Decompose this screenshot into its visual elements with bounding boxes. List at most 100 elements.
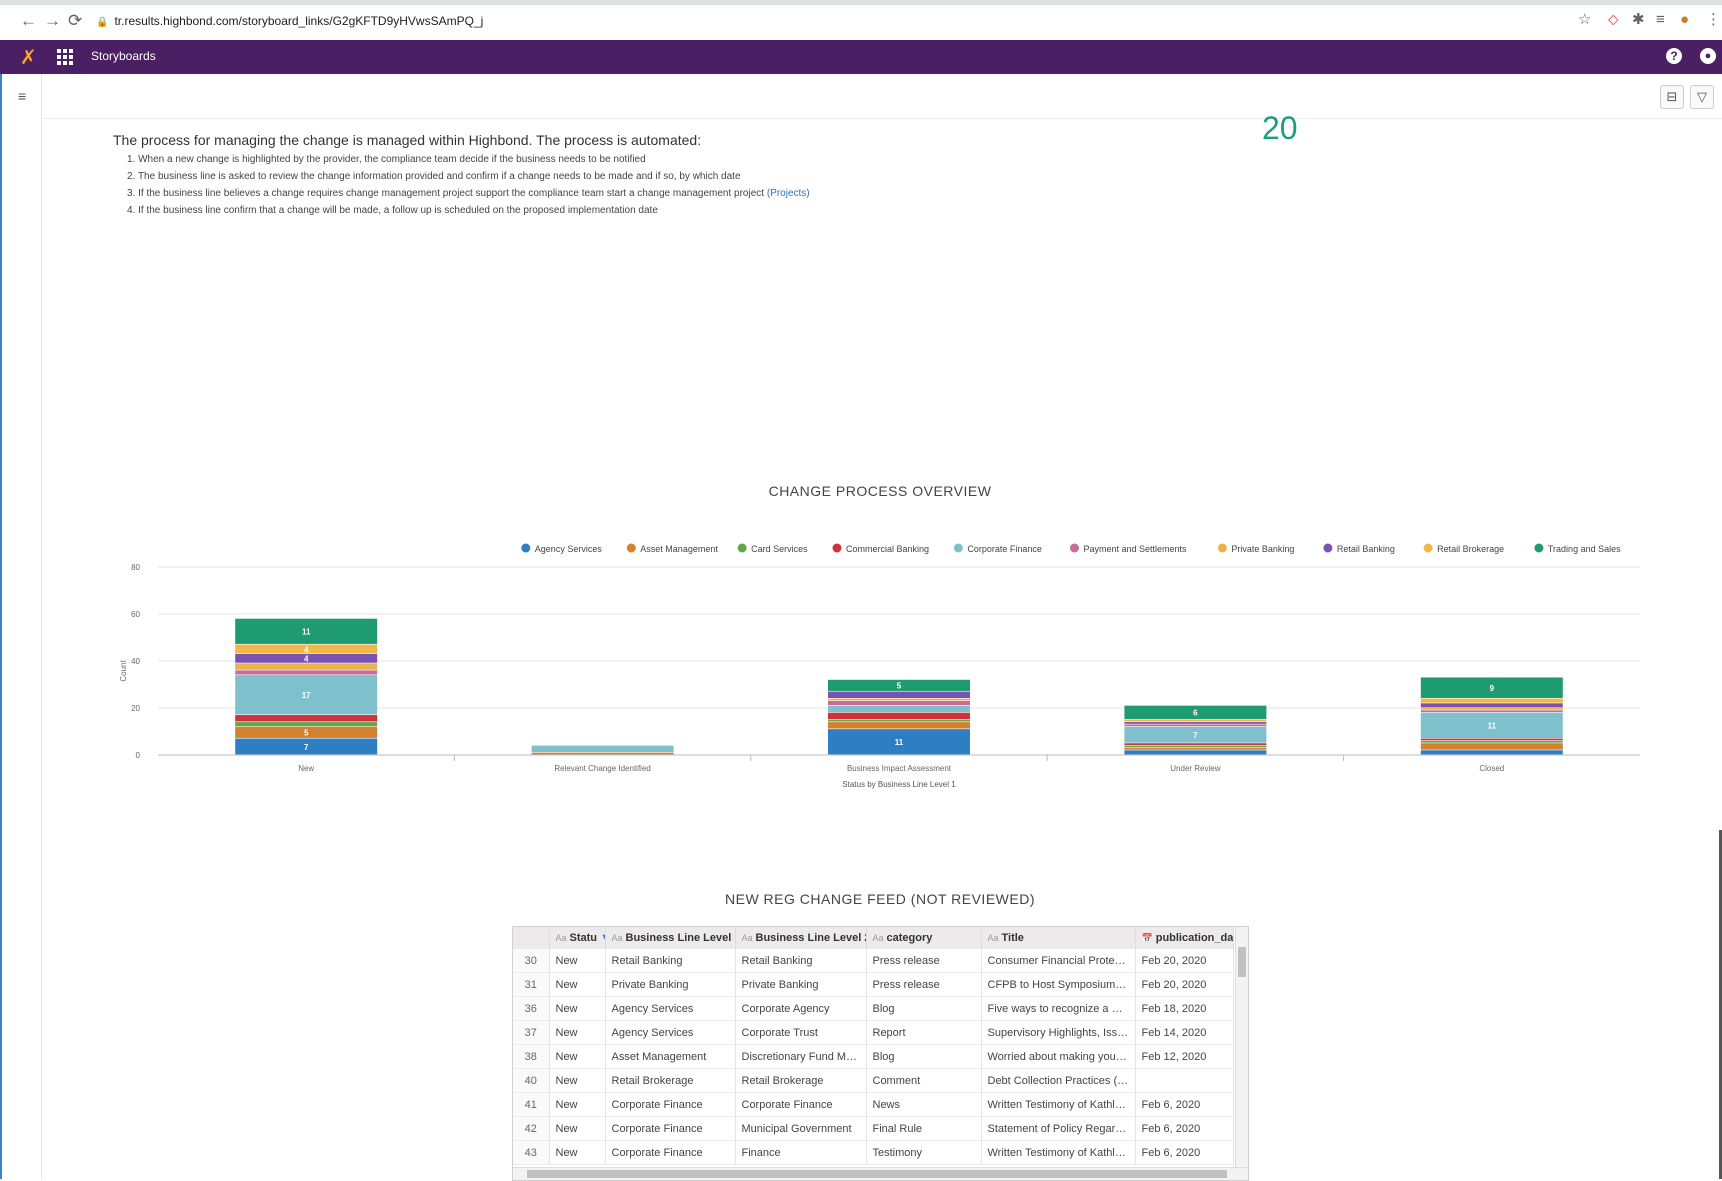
table-row[interactable]: 36 New Agency Services Corporate Agency Blog… [513, 996, 1234, 1021]
step-2: 2. The business line is asked to review … [127, 171, 741, 182]
table-row[interactable]: 43 New Corporate Finance Finance Testimony Wr… [513, 1140, 1234, 1165]
data-label: 9 [1490, 684, 1495, 693]
reload-icon[interactable]: ⟳ [68, 12, 82, 29]
presentation-icon[interactable]: ⊟ [1660, 85, 1684, 109]
x-tick-label: New [298, 764, 314, 773]
legend-swatch [737, 543, 747, 553]
row-index: 31 [513, 972, 550, 997]
table-row[interactable]: 30 New Retail Banking Retail Banking Press r… [513, 949, 1234, 973]
column-header-publication-date[interactable]: 📅publication_date [1135, 927, 1234, 949]
profile-avatar[interactable]: ● [1680, 12, 1689, 28]
media-icon[interactable]: ≡ [1656, 12, 1665, 28]
table-cell: Corporate Trust [735, 1020, 867, 1045]
step-4: 4. If the business line confirm that a c… [127, 205, 658, 216]
help-icon[interactable]: ? [1666, 48, 1682, 64]
bar-segment [1420, 750, 1563, 755]
table-cell: Corporate Finance [605, 1140, 736, 1165]
forward-icon[interactable]: → [44, 12, 61, 29]
legend-label: Retail Banking [1337, 544, 1395, 554]
bar-segment [828, 691, 970, 698]
column-header-business-line-1[interactable]: Aa Business Line Level 1 [605, 927, 736, 949]
column-header-category[interactable]: Aa category [866, 927, 982, 949]
table-cell: Blog [866, 1044, 982, 1069]
x-tick-label: Under Review [1170, 764, 1220, 773]
table-row[interactable]: 37 New Agency Services Corporate Trust Repor… [513, 1020, 1234, 1045]
data-label: 11 [1488, 722, 1497, 731]
bar-segment [1124, 724, 1267, 727]
bar-segment [1124, 750, 1267, 755]
address-bar[interactable]: 🔒 tr.results.highbond.com/storyboard_link… [96, 11, 1576, 31]
table-cell: New [549, 1140, 606, 1165]
table-cell: New [549, 1068, 606, 1093]
y-tick-label: 40 [131, 657, 140, 666]
table-row[interactable]: 40 New Retail Brokerage Retail Brokerage Com… [513, 1068, 1234, 1093]
table-cell: Feb 6, 2020 [1135, 1092, 1234, 1117]
horizontal-scroll-thumb[interactable] [527, 1170, 1227, 1178]
table-row[interactable]: 38 New Asset Management Discretionary Fund … [513, 1044, 1234, 1069]
row-index: 43 [513, 1140, 550, 1165]
table-cell: New [549, 996, 606, 1021]
table-cell: New [549, 1116, 606, 1141]
bar-segment [235, 670, 378, 675]
table-cell: New [549, 949, 606, 973]
puzzle-icon[interactable]: ✱ [1632, 12, 1645, 28]
change-process-chart: Agency Services Asset Management Card Serv… [119, 543, 1640, 789]
filter-icon[interactable]: ▽ [1690, 85, 1714, 109]
table-cell: News [866, 1092, 982, 1117]
legend-swatch [521, 543, 531, 553]
table-row[interactable]: 31 New Private Banking Private Banking Press… [513, 972, 1234, 997]
bar-segment [1420, 703, 1563, 708]
column-header-status[interactable]: AaStatu ▼ [549, 927, 606, 949]
left-sidebar: ≡ [0, 74, 42, 1179]
table-cell: Feb 14, 2020 [1135, 1020, 1234, 1045]
user-icon[interactable]: ● [1700, 48, 1716, 64]
table-cell: Supervisory Highlights, Issue ... [981, 1020, 1136, 1045]
table-vertical-scrollbar[interactable] [1235, 927, 1248, 1168]
table-cell: Blog [866, 996, 982, 1021]
vertical-scroll-thumb[interactable] [1238, 947, 1246, 977]
more-icon[interactable]: ⋮ [1706, 12, 1721, 28]
row-index: 42 [513, 1116, 550, 1141]
bar-segment [1420, 710, 1563, 713]
extension-icon[interactable]: ⬦ [1608, 12, 1619, 28]
app-title[interactable]: Storyboards [91, 49, 156, 63]
column-header-title[interactable]: Aa Title [981, 927, 1136, 949]
apps-grid-icon[interactable] [57, 49, 73, 65]
table-cell: Feb 6, 2020 [1135, 1116, 1234, 1141]
table-horizontal-scrollbar[interactable] [513, 1167, 1248, 1180]
table-cell: New [549, 1092, 606, 1117]
table-cell: Feb 6, 2020 [1135, 1140, 1234, 1165]
column-header-business-line-2[interactable]: Aa Business Line Level 2 [735, 927, 867, 949]
browser-toolbar: ← → ⟳ 🔒 tr.results.highbond.com/storyboar… [0, 0, 1722, 41]
bar-segment [828, 722, 970, 729]
app-header: ✗ Storyboards ? ● [0, 40, 1722, 74]
bar-segment [1420, 740, 1563, 743]
table-cell: Testimony [866, 1140, 982, 1165]
legend-label: Corporate Finance [967, 544, 1042, 554]
table-row[interactable]: 41 New Corporate Finance Corporate Finance N… [513, 1092, 1234, 1117]
table-row[interactable]: 42 New Corporate Finance Municipal Governme… [513, 1116, 1234, 1141]
bar-segment [1420, 738, 1563, 741]
table-cell: Press release [866, 972, 982, 997]
table-cell: Report [866, 1020, 982, 1045]
star-icon[interactable]: ☆ [1578, 12, 1591, 28]
table-cell: New [549, 1020, 606, 1045]
legend-label: Retail Brokerage [1437, 544, 1504, 554]
projects-link[interactable]: (Projects) [767, 188, 810, 199]
lock-icon: 🔒 [96, 17, 109, 28]
y-tick-label: 0 [136, 751, 141, 760]
step-1: 1. When a new change is highlighted by t… [127, 154, 646, 165]
table-cell: Finance [735, 1140, 867, 1165]
bar-segment [531, 745, 674, 753]
table-cell: Private Banking [735, 972, 867, 997]
filter-active-icon[interactable]: ▼ [597, 932, 604, 944]
y-tick-label: 80 [131, 563, 140, 572]
table-title: NEW REG CHANGE FEED (NOT REVIEWED) [725, 891, 1035, 907]
hamburger-menu-icon[interactable]: ≡ [18, 88, 26, 104]
legend-label: Agency Services [535, 544, 603, 554]
row-index: 30 [513, 949, 550, 973]
row-index: 36 [513, 996, 550, 1021]
data-label: 6 [1193, 709, 1198, 718]
highbond-logo[interactable]: ✗ [20, 45, 37, 70]
back-icon[interactable]: ← [20, 12, 37, 29]
